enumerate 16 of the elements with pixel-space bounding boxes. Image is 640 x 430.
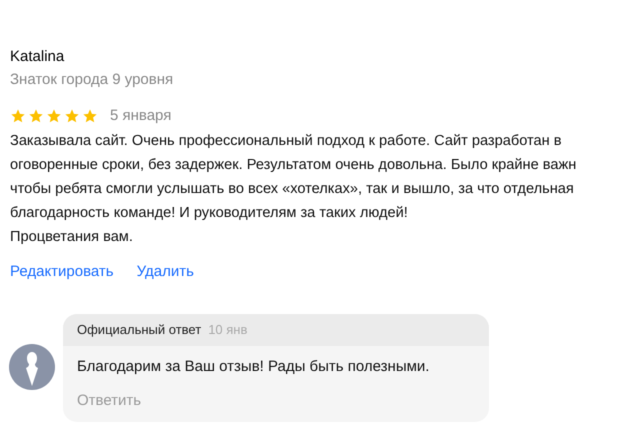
review-action-link[interactable]: Удалить bbox=[136, 261, 194, 284]
reply-label: Официальный ответ bbox=[77, 320, 202, 339]
star-icon bbox=[64, 108, 80, 124]
reply-text: Благодарим за Ваш отзыв! Рады быть полезными. bbox=[77, 356, 430, 376]
reply-date: 10 янв bbox=[208, 320, 248, 339]
star-icon bbox=[82, 108, 98, 124]
author-name: Katalina bbox=[10, 47, 66, 67]
review-date: 5 января bbox=[110, 106, 172, 126]
star-icon bbox=[28, 108, 44, 124]
review-action-link[interactable]: Редактировать bbox=[10, 261, 114, 284]
avatar-icon bbox=[9, 344, 55, 390]
author-level: Знаток города 9 уровня bbox=[10, 70, 174, 90]
reply-link[interactable]: Ответить bbox=[77, 390, 475, 412]
star-icon bbox=[46, 108, 62, 124]
review-text: Заказывала сайт. Очень профессиональный подход к работе. Сайт разработан в оговоренные сроки, без задержек. Результатом очень довольна. Было крайне важн чтобы ребята смогли услышать во всех «хотелках», так и вышло, за что отдельная благодарность команде! И руководителям за таких людей! Процветания вам. bbox=[10, 132, 578, 247]
star-icon bbox=[10, 108, 26, 124]
